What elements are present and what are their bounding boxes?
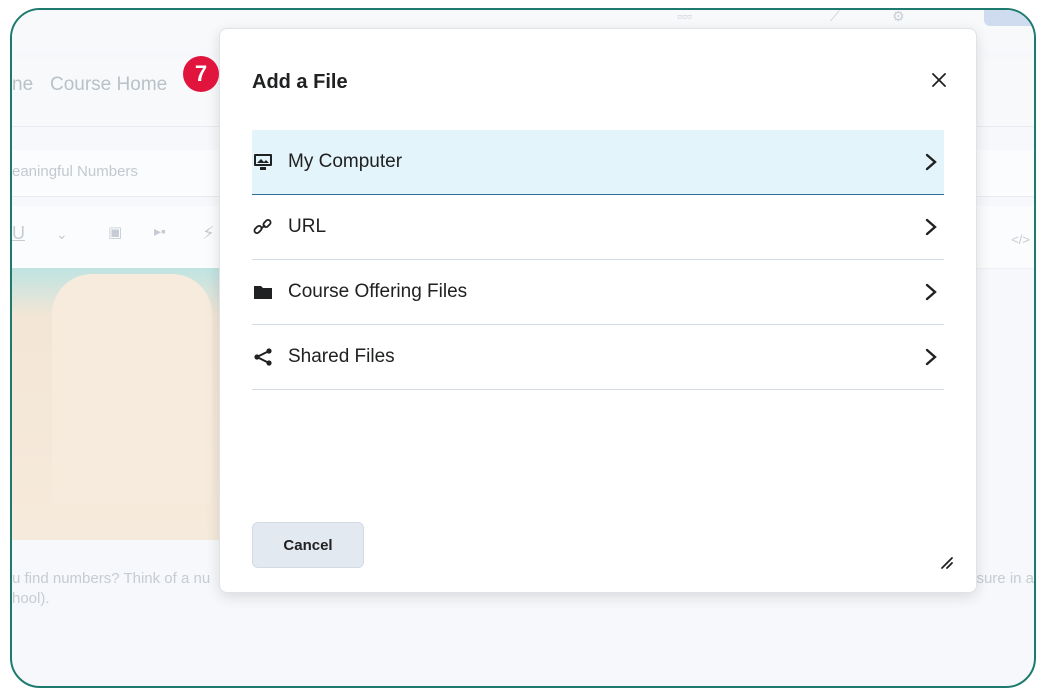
paragraph-line-1-right: asure in a bbox=[968, 570, 1034, 587]
lesson-image bbox=[12, 268, 232, 540]
file-source-course-offering-files[interactable]: Course Offering Files bbox=[252, 260, 944, 325]
code-icon: </> bbox=[1011, 232, 1030, 247]
close-icon bbox=[932, 73, 946, 87]
add-file-dialog: Add a File My Computer URL Course Offeri… bbox=[219, 28, 977, 593]
shirt-image bbox=[52, 274, 212, 504]
close-button[interactable] bbox=[924, 65, 954, 95]
chevron-right-icon bbox=[925, 153, 937, 171]
link-icon bbox=[252, 217, 274, 237]
media-icon: ▸▪ bbox=[154, 223, 166, 239]
nav-item-course-home: Course Home bbox=[50, 74, 168, 95]
screenshot-frame: ▫▫▫ ⟋ ⚙ ne Course Home eaningful Numbers… bbox=[10, 8, 1036, 688]
chevron-right-icon bbox=[925, 348, 937, 366]
file-source-label: My Computer bbox=[288, 151, 403, 172]
title-field-text: eaningful Numbers bbox=[12, 163, 138, 180]
file-source-my-computer[interactable]: My Computer bbox=[252, 130, 944, 195]
computer-icon bbox=[252, 152, 274, 172]
chevron-right-icon bbox=[925, 218, 937, 236]
nav-item-fragment: ne bbox=[12, 74, 34, 95]
folder-icon bbox=[252, 282, 274, 302]
grid-icon: ▫▫▫ bbox=[677, 8, 692, 24]
top-bar-button bbox=[984, 10, 1034, 26]
file-source-url[interactable]: URL bbox=[252, 195, 944, 260]
paragraph-line-2: hool). bbox=[12, 590, 50, 607]
file-source-label: URL bbox=[288, 216, 327, 237]
share-icon bbox=[252, 347, 274, 367]
cancel-button[interactable]: Cancel bbox=[252, 522, 364, 568]
step-number-badge: 7 bbox=[183, 56, 219, 92]
chevron-right-icon bbox=[925, 283, 937, 301]
file-source-list: My Computer URL Course Offering Files Sh… bbox=[252, 130, 944, 390]
paragraph-line-1: u find numbers? Think of a nu bbox=[12, 570, 211, 587]
lightning-icon: ⚡ bbox=[202, 223, 215, 243]
file-source-label: Shared Files bbox=[288, 346, 395, 367]
resize-handle-icon[interactable] bbox=[938, 554, 954, 570]
file-source-label: Course Offering Files bbox=[288, 281, 468, 302]
settings-icon: ⚙ bbox=[892, 8, 905, 24]
chevron-down-icon: ⌄ bbox=[56, 226, 68, 242]
file-source-shared-files[interactable]: Shared Files bbox=[252, 325, 944, 390]
underline-icon: U bbox=[12, 223, 25, 243]
camera-icon: ▣ bbox=[108, 224, 123, 241]
chart-icon: ⟋ bbox=[830, 8, 840, 24]
dialog-title: Add a File bbox=[252, 71, 348, 93]
